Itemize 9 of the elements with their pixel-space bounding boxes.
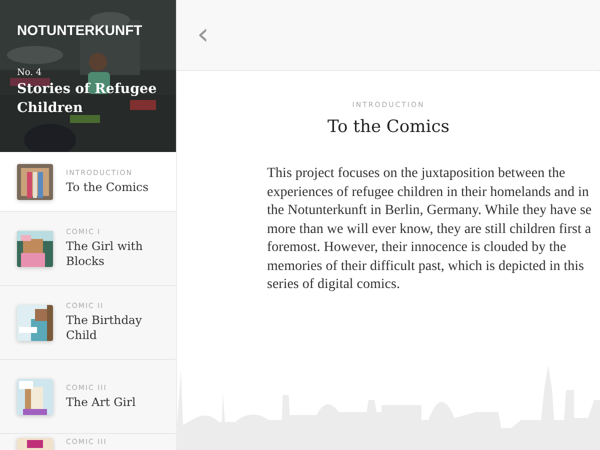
issue-number: No. 4	[17, 68, 43, 78]
article-title: To the Comics	[328, 117, 450, 137]
chapter-title: The Girl with Blocks	[66, 239, 144, 269]
chapter-title: The Birthday Child	[66, 313, 143, 343]
chapter-title: To the Comics	[66, 180, 148, 194]
chapter-title: The Art Girl	[66, 394, 136, 410]
brand-title[interactable]: NOTUNTERKUNFT	[17, 22, 142, 38]
issue-title: Stories of Refugee Children	[17, 80, 158, 118]
article-paragraph: This project focuses on the juxtaposition between the experiences of refugee children in their homelands and in the Notunterkunft in Berlin, Germany. While they have se more than we will ever know, they are still children first a foremost. However, their innocence is clouded by the memories of their difficult past, which is depicted in this series of digital comics.	[267, 165, 592, 294]
